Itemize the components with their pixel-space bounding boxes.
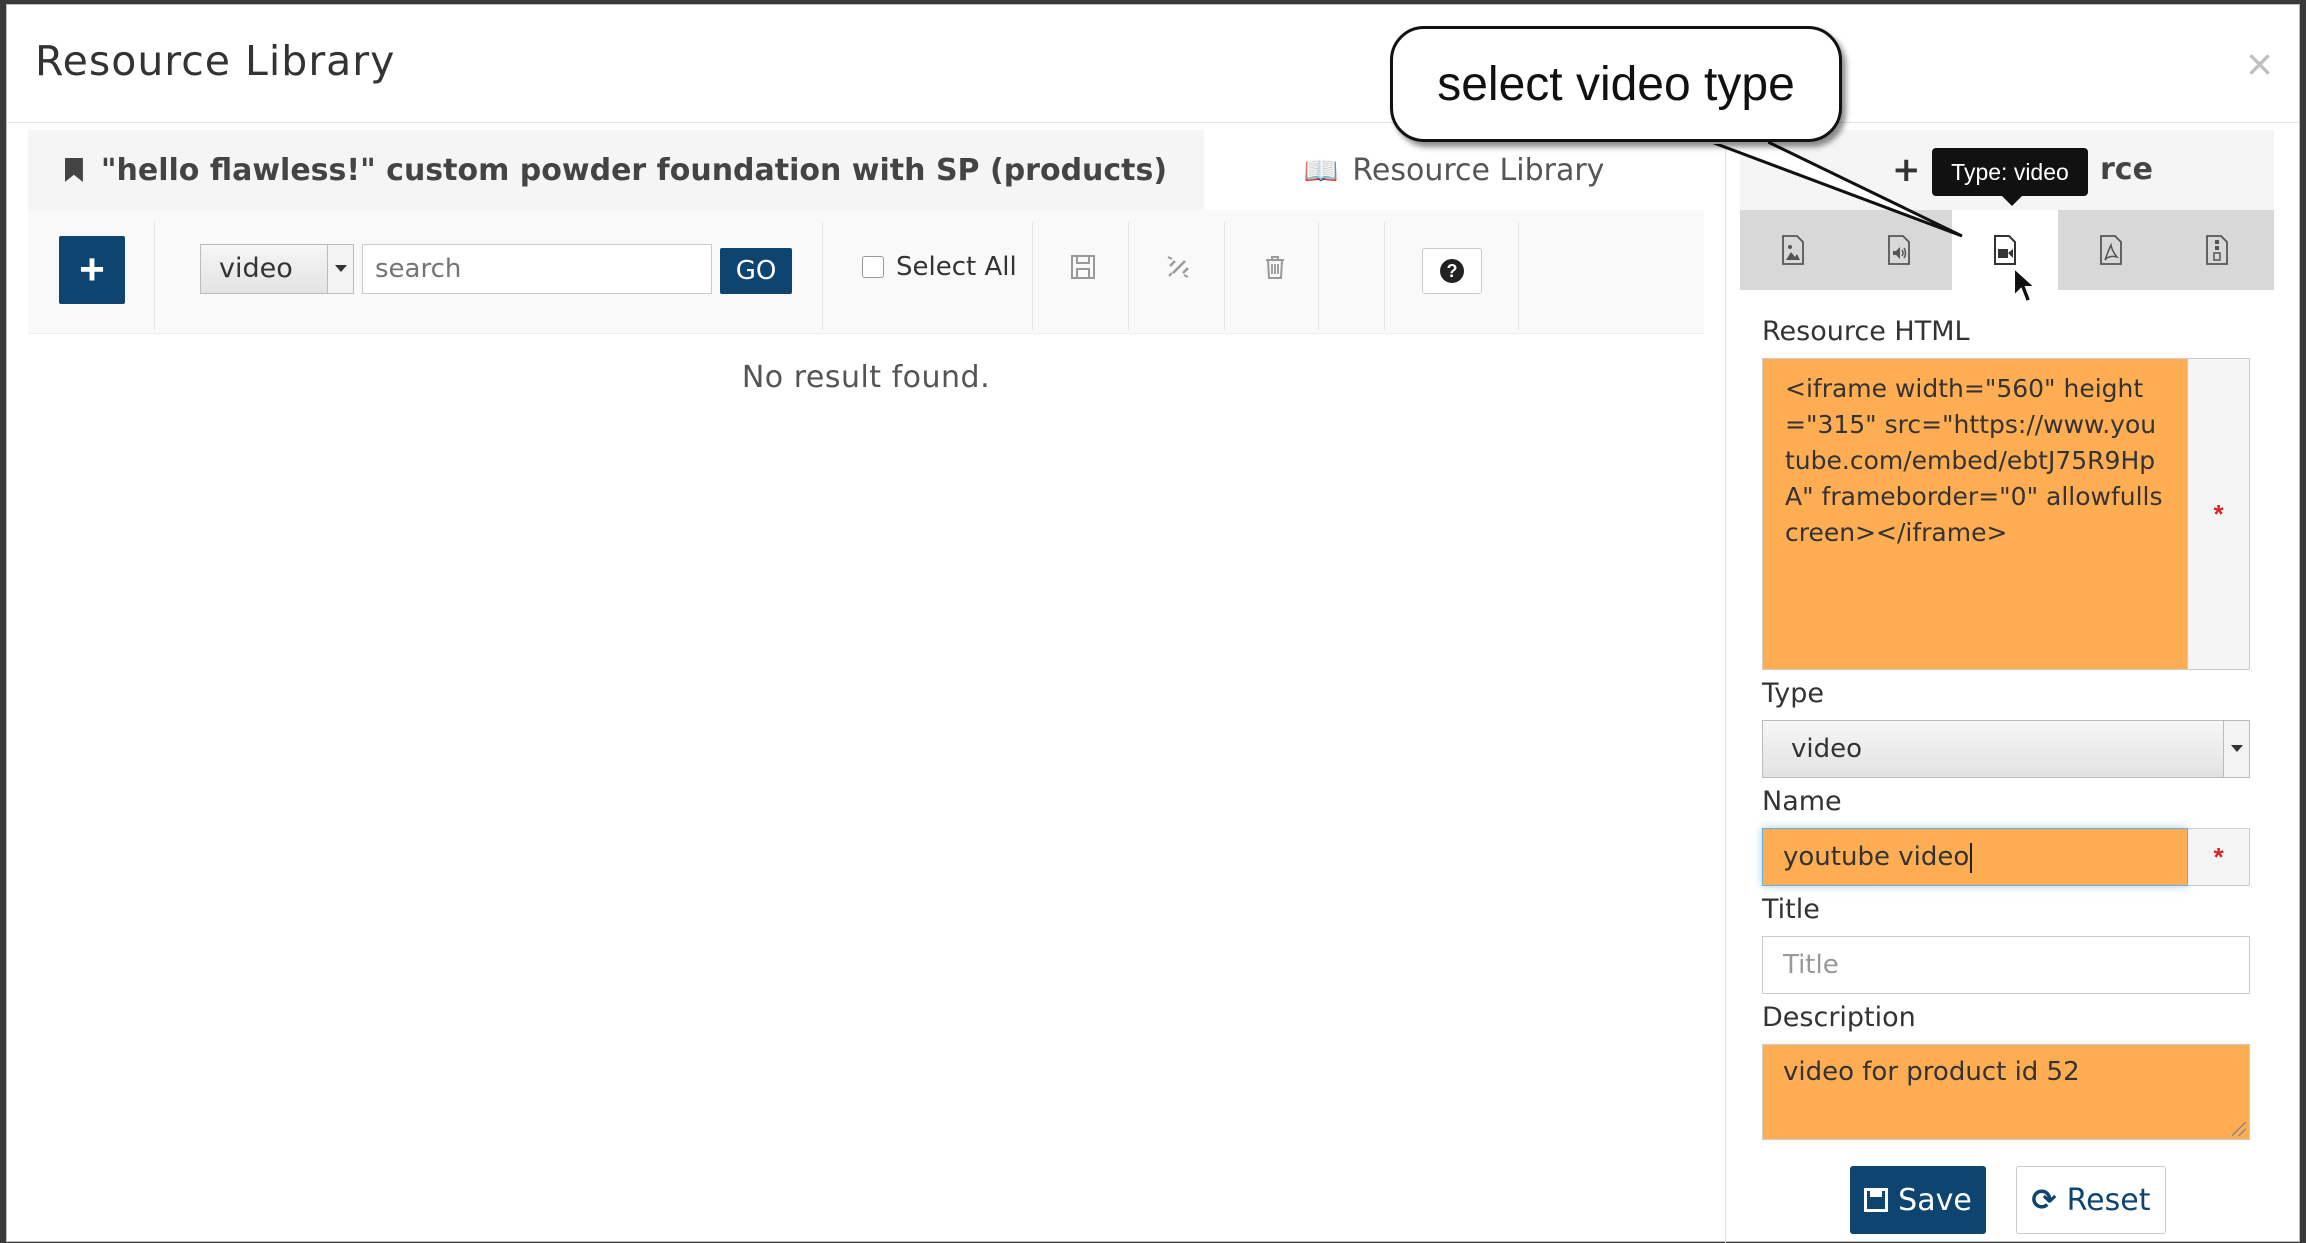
tab-product[interactable]: "hello flawless!" custom powder foundati…: [28, 130, 1204, 210]
select-all-control[interactable]: Select All: [862, 252, 1017, 282]
type-filter-value: video: [219, 253, 293, 284]
close-icon[interactable]: ×: [2246, 41, 2273, 87]
left-pane: "hello flawless!" custom powder foundati…: [28, 130, 1704, 1230]
select-all-checkbox[interactable]: [862, 256, 884, 278]
refresh-icon: ⟳: [2031, 1182, 2057, 1218]
toolbar-divider: [1518, 222, 1519, 330]
question-icon: ?: [1440, 259, 1464, 283]
left-tabs: "hello flawless!" custom powder foundati…: [28, 130, 1704, 210]
resource-html-label: Resource HTML: [1762, 316, 1970, 347]
title-input[interactable]: Title: [1762, 936, 2250, 994]
tab-resource-library-label: Resource Library: [1352, 152, 1605, 188]
tab-type-pdf[interactable]: [2058, 210, 2164, 290]
modal-title: Resource Library: [35, 37, 396, 85]
help-button[interactable]: ?: [1422, 248, 1482, 294]
document-file-icon: [2206, 235, 2228, 265]
name-label: Name: [1762, 786, 1842, 817]
book-icon: 📖: [1303, 153, 1339, 187]
description-textarea[interactable]: video for product id 52: [1762, 1044, 2250, 1140]
tab-resource-library[interactable]: 📖 Resource Library: [1204, 130, 1704, 210]
chevron-down-icon: [327, 245, 353, 293]
select-all-label: Select All: [896, 252, 1017, 282]
trash-icon[interactable]: [1260, 252, 1290, 282]
reset-button-label: Reset: [2066, 1182, 2151, 1218]
toolbar-divider: [822, 222, 823, 330]
text-caret: [1970, 842, 1973, 873]
chevron-down-icon: [2223, 721, 2249, 777]
required-marker: *: [2188, 358, 2250, 670]
type-filter-select[interactable]: video: [200, 244, 354, 294]
type-label: Type: [1762, 678, 1825, 709]
save-icon[interactable]: [1068, 252, 1098, 282]
toolbar-divider: [1224, 222, 1225, 330]
tab-product-label: "hello flawless!" custom powder foundati…: [100, 152, 1168, 188]
save-button-label: Save: [1898, 1182, 1972, 1218]
tab-type-document[interactable]: [2164, 210, 2270, 290]
search-input[interactable]: [362, 244, 712, 294]
type-select-value: video: [1791, 734, 1863, 764]
pane-divider: [1725, 125, 1726, 1243]
pdf-file-icon: [2100, 235, 2122, 265]
callout-pointer: [1704, 136, 1963, 238]
description-label: Description: [1762, 1002, 1916, 1033]
type-select[interactable]: video: [1762, 720, 2250, 778]
right-pane: + rce Resource HTML <iframe width="560" …: [1740, 130, 2274, 1234]
resize-handle-icon[interactable]: [2232, 1122, 2246, 1136]
save-button[interactable]: Save: [1850, 1166, 1986, 1234]
toolbar-divider: [154, 222, 155, 330]
save-icon: [1864, 1188, 1889, 1212]
toolbar-divider: [1128, 222, 1129, 330]
resource-html-textarea[interactable]: <iframe width="560" height="315" src="ht…: [1762, 358, 2188, 670]
toolbar-divider: [1384, 222, 1385, 330]
modal-header: Resource Library ×: [7, 5, 2299, 123]
add-resource-button[interactable]: +: [59, 236, 125, 304]
toolbar-divider: [1032, 222, 1033, 330]
annotation-callout: select video type: [1390, 26, 1842, 142]
empty-results-message: No result found.: [741, 360, 991, 395]
video-file-icon: [1994, 235, 2016, 265]
go-button[interactable]: GO: [720, 248, 792, 294]
bookmark-icon: [64, 158, 83, 182]
add-resource-header-label: rce: [2100, 152, 2153, 187]
title-label: Title: [1762, 894, 1820, 925]
name-input-value: youtube video: [1783, 842, 1970, 872]
unlink-icon[interactable]: [1164, 252, 1194, 282]
name-input[interactable]: youtube video: [1762, 828, 2188, 886]
reset-button[interactable]: ⟳ Reset: [2016, 1166, 2166, 1234]
required-marker: *: [2188, 828, 2250, 886]
mouse-cursor-icon: [2013, 266, 2038, 304]
description-value: video for product id 52: [1783, 1057, 2080, 1087]
toolbar-divider: [1318, 222, 1319, 330]
